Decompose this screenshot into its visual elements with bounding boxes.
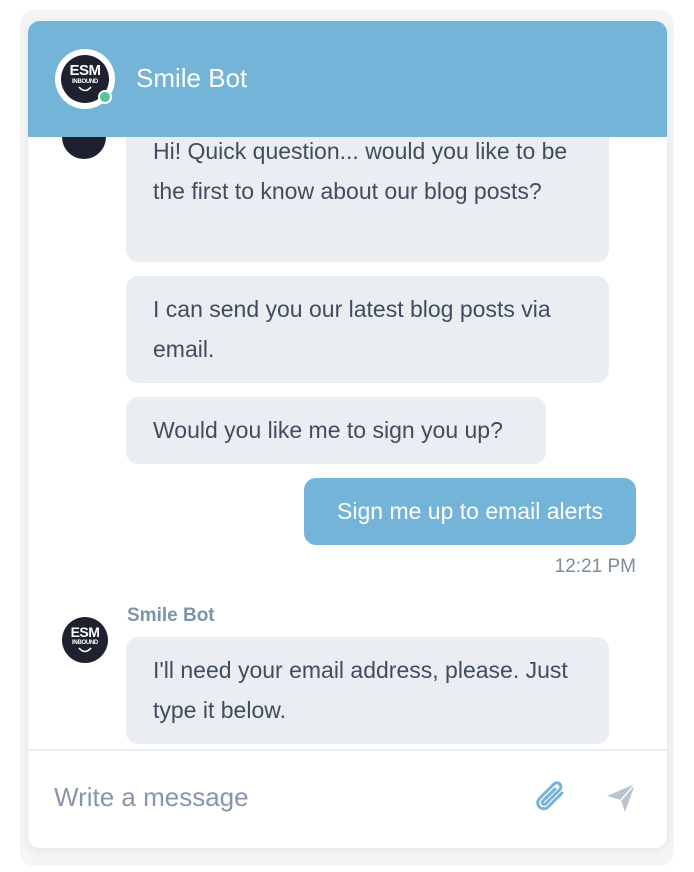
message-composer xyxy=(28,749,667,848)
bot-message: Would you like me to sign you up? xyxy=(126,397,546,464)
bot-avatar-partial xyxy=(62,137,106,159)
logo-subtext: INBOUND xyxy=(72,79,98,85)
paperclip-icon[interactable] xyxy=(534,779,570,819)
online-status-dot xyxy=(98,90,112,104)
sender-name: Smile Bot xyxy=(127,605,215,626)
user-message: Sign me up to email alerts xyxy=(304,478,636,545)
chat-title: Smile Bot xyxy=(136,63,248,93)
chat-header: ESM INBOUND Smile Bot xyxy=(28,21,667,137)
logo-subtext: INBOUND xyxy=(72,640,98,646)
esm-inbound-logo: ESM INBOUND xyxy=(62,617,108,663)
message-input[interactable] xyxy=(54,777,504,817)
chat-widget: ESM INBOUND Smile Bot Hi! Quick question… xyxy=(28,21,667,848)
message-list[interactable]: Hi! Quick question... would you like to … xyxy=(28,137,667,749)
smile-icon xyxy=(78,86,92,92)
message-timestamp: 12:21 PM xyxy=(554,556,636,577)
logo-text: ESM xyxy=(69,62,101,79)
smile-icon xyxy=(78,647,92,653)
bot-message: I'll need your email address, please. Ju… xyxy=(126,637,609,744)
bot-avatar: ESM INBOUND xyxy=(62,617,108,663)
logo-text: ESM xyxy=(70,624,100,640)
bot-avatar: ESM INBOUND xyxy=(55,49,115,109)
bot-message: I can send you our latest blog posts via… xyxy=(126,276,609,383)
send-icon[interactable] xyxy=(604,781,638,815)
bot-message: Hi! Quick question... would you like to … xyxy=(126,137,609,262)
